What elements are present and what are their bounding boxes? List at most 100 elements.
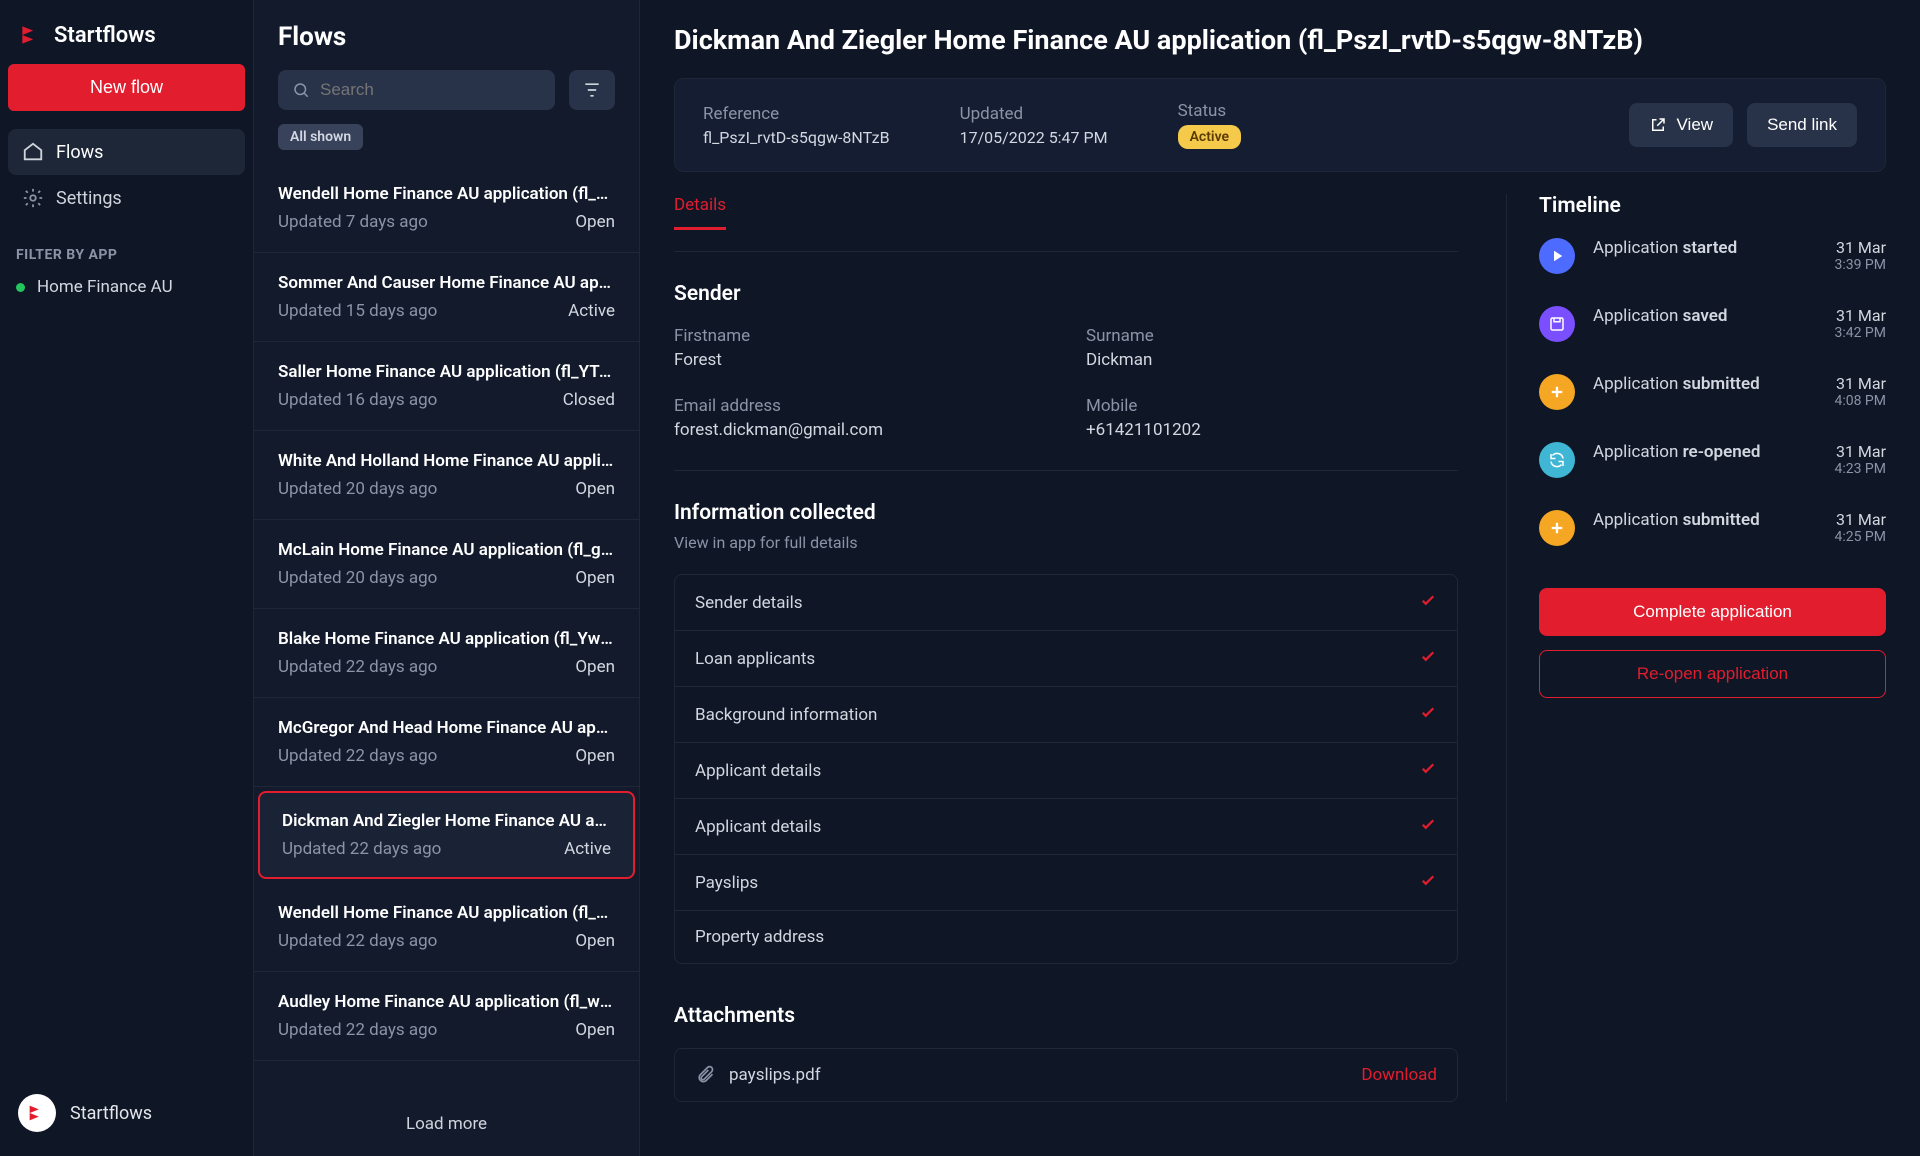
flow-item[interactable]: Saller Home Finance AU application (fl_Y… [254, 342, 639, 431]
timeline-item: Application started31 Mar3:39 PM [1539, 238, 1886, 306]
detail-title: Dickman And Ziegler Home Finance AU appl… [674, 24, 1886, 56]
status-label: Status [1178, 101, 1241, 121]
nav-settings[interactable]: Settings [8, 175, 245, 221]
flow-item[interactable]: Wendell Home Finance AU application (fl_… [254, 883, 639, 972]
timeline-date: 31 Mar4:25 PM [1834, 510, 1886, 546]
flow-item-updated: Updated 22 days ago [278, 1020, 437, 1040]
flow-item-title: White And Holland Home Finance AU applic… [278, 451, 615, 471]
timeline-item: Application submitted31 Mar4:25 PM [1539, 510, 1886, 578]
flow-item[interactable]: Audley Home Finance AU application (fl_w… [254, 972, 639, 1061]
flow-item-status: Open [575, 212, 615, 232]
flow-item-status: Active [564, 839, 611, 859]
flow-item-title: Sommer And Causer Home Finance AU applic… [278, 273, 615, 293]
flow-item[interactable]: McLain Home Finance AU application (fl_g… [254, 520, 639, 609]
flow-list-title: Flows [278, 22, 615, 52]
flow-item-title: McGregor And Head Home Finance AU applic… [278, 718, 615, 738]
info-table: Sender detailsLoan applicantsBackground … [674, 574, 1458, 964]
check-icon [1419, 647, 1437, 670]
summary-card: Reference fl_PszI_rvtD-s5qgw-8NTzB Updat… [674, 78, 1886, 172]
info-row-label: Loan applicants [695, 649, 815, 669]
mobile-value: +61421101202 [1086, 420, 1458, 440]
info-row: Applicant details [675, 799, 1457, 855]
flow-item-title: Blake Home Finance AU application (fl_Yw… [278, 629, 615, 649]
reopen-application-button[interactable]: Re-open application [1539, 650, 1886, 698]
surname-value: Dickman [1086, 350, 1458, 370]
view-button[interactable]: View [1629, 103, 1734, 147]
timeline-date: 31 Mar3:39 PM [1834, 238, 1886, 274]
complete-application-button[interactable]: Complete application [1539, 588, 1886, 636]
sidebar-footer[interactable]: Startflows [8, 1078, 245, 1148]
flow-item[interactable]: Blake Home Finance AU application (fl_Yw… [254, 609, 639, 698]
divider [674, 470, 1458, 471]
timeline-time: 4:08 PM [1834, 393, 1886, 409]
flow-item-status: Open [575, 931, 615, 951]
new-flow-button[interactable]: New flow [8, 64, 245, 111]
flow-item[interactable]: Wendell Home Finance AU application (fl_… [254, 164, 639, 253]
filter-icon [582, 80, 602, 100]
nav-flows-label: Flows [56, 142, 103, 163]
check-icon [1419, 815, 1437, 838]
logo-icon [26, 1102, 48, 1124]
check-icon [1419, 759, 1437, 782]
timeline-badge-icon [1539, 238, 1575, 274]
search-icon [292, 81, 310, 99]
paperclip-icon [695, 1065, 715, 1085]
flow-item-updated: Updated 16 days ago [278, 390, 437, 410]
load-more-button[interactable]: Load more [254, 1092, 639, 1156]
send-link-button[interactable]: Send link [1747, 103, 1857, 147]
timeline-text: Application submitted [1593, 374, 1760, 410]
timeline-date: 31 Mar4:23 PM [1834, 442, 1886, 478]
reference-value: fl_PszI_rvtD-s5qgw-8NTzB [703, 128, 890, 147]
info-row: Payslips [675, 855, 1457, 911]
nav-flows[interactable]: Flows [8, 129, 245, 175]
detail-pane: Dickman And Ziegler Home Finance AU appl… [640, 0, 1920, 1156]
flow-item-title: Dickman And Ziegler Home Finance AU appl… [282, 811, 611, 831]
flow-item-updated: Updated 22 days ago [282, 839, 441, 859]
filter-app-home-finance[interactable]: Home Finance AU [16, 277, 237, 297]
updated-label: Updated [960, 104, 1108, 124]
timeline-date: 31 Mar4:08 PM [1834, 374, 1886, 410]
external-link-icon [1649, 116, 1667, 134]
timeline-date: 31 Mar3:42 PM [1834, 306, 1886, 342]
filter-heading: FILTER BY APP [16, 247, 237, 263]
footer-brand-label: Startflows [70, 1103, 152, 1124]
updated-value: 17/05/2022 5:47 PM [960, 128, 1108, 147]
sender-heading: Sender [674, 282, 1458, 306]
flow-item-title: Audley Home Finance AU application (fl_w… [278, 992, 615, 1012]
flow-item-title: Wendell Home Finance AU application (fl_… [278, 903, 615, 923]
tab-details[interactable]: Details [674, 195, 726, 230]
flow-item[interactable]: McGregor And Head Home Finance AU applic… [254, 698, 639, 787]
info-heading: Information collected [674, 501, 1458, 525]
status-dot-icon [16, 283, 25, 292]
info-row-label: Payslips [695, 873, 758, 893]
info-row-label: Applicant details [695, 817, 821, 837]
firstname-value: Forest [674, 350, 1046, 370]
timeline-time: 4:25 PM [1834, 529, 1886, 545]
filter-button[interactable] [569, 70, 615, 110]
flow-item-status: Open [575, 657, 615, 677]
flow-item[interactable]: Sommer And Causer Home Finance AU applic… [254, 253, 639, 342]
flow-item-updated: Updated 20 days ago [278, 568, 437, 588]
search-box[interactable] [278, 70, 555, 110]
flow-item[interactable]: Dickman And Ziegler Home Finance AU appl… [258, 791, 635, 879]
surname-label: Surname [1086, 326, 1458, 346]
status-badge: Active [1178, 125, 1241, 149]
gear-icon [22, 187, 44, 209]
avatar [18, 1094, 56, 1132]
flow-item-title: McLain Home Finance AU application (fl_g… [278, 540, 615, 560]
download-link[interactable]: Download [1361, 1065, 1437, 1085]
info-row-label: Sender details [695, 593, 803, 613]
flow-item-updated: Updated 22 days ago [278, 657, 437, 677]
mobile-label: Mobile [1086, 396, 1458, 416]
chip-all-shown[interactable]: All shown [278, 124, 363, 150]
divider [674, 251, 1458, 252]
flow-list: Flows All shown Wendell Home Finance AU … [254, 0, 640, 1156]
info-row-label: Property address [695, 927, 824, 947]
attachments-heading: Attachments [674, 1004, 1458, 1028]
logo[interactable]: Startflows [8, 8, 245, 64]
flow-item[interactable]: White And Holland Home Finance AU applic… [254, 431, 639, 520]
view-button-label: View [1677, 115, 1714, 135]
logo-text: Startflows [54, 23, 156, 48]
timeline-badge-icon [1539, 306, 1575, 342]
search-input[interactable] [320, 80, 541, 100]
